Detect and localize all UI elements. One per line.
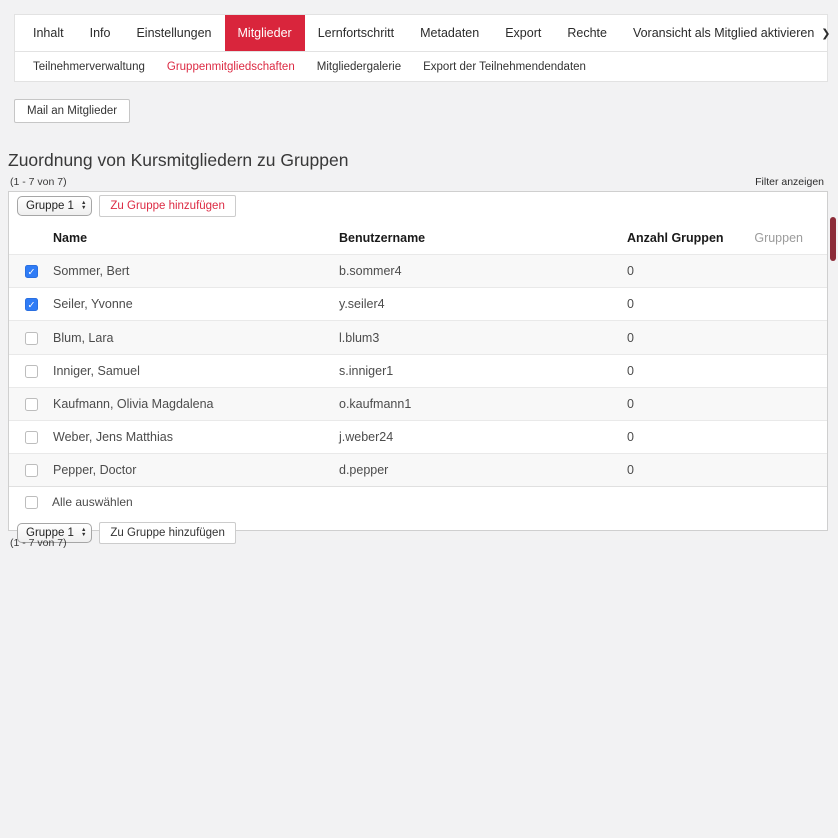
- select-all-label: Alle auswählen: [52, 495, 133, 509]
- member-name: Sommer, Bert: [45, 255, 331, 288]
- member-name: Inniger, Samuel: [45, 354, 331, 387]
- member-username: s.inniger1: [331, 354, 619, 387]
- member-row: Kaufmann, Olivia Magdalenao.kaufmann10: [9, 387, 827, 420]
- column-header-groups: Gruppen: [745, 221, 827, 255]
- tab-info[interactable]: Info: [77, 15, 124, 51]
- tab-voransicht-als-mitglied-aktivieren[interactable]: Voransicht als Mitglied aktivieren❯: [620, 15, 838, 51]
- column-header-username[interactable]: Benutzername: [331, 221, 619, 255]
- member-name: Kaufmann, Olivia Magdalena: [45, 387, 331, 420]
- member-group-count: 0: [619, 321, 745, 354]
- member-row: Pepper, Doctord.pepper0: [9, 454, 827, 487]
- member-username: d.pepper: [331, 454, 619, 487]
- member-name: Blum, Lara: [45, 321, 331, 354]
- member-groups: [745, 255, 827, 288]
- member-group-count: 0: [619, 354, 745, 387]
- secondary-tabbar: TeilnehmerverwaltungGruppenmitgliedschaf…: [14, 52, 828, 82]
- group-select[interactable]: Gruppe 1 ▲▼: [17, 196, 92, 216]
- member-name: Pepper, Doctor: [45, 454, 331, 487]
- member-username: y.seiler4: [331, 288, 619, 321]
- row-checkbox[interactable]: [25, 365, 38, 378]
- member-name: Seiler, Yvonne: [45, 288, 331, 321]
- tab-lernfortschritt[interactable]: Lernfortschritt: [305, 15, 407, 51]
- members-table: Name Benutzername Anzahl Gruppen Gruppen…: [9, 221, 827, 486]
- row-checkbox[interactable]: [25, 431, 38, 444]
- member-groups: [745, 354, 827, 387]
- result-range-top: (1 - 7 von 7): [10, 176, 67, 188]
- chevron-right-icon: ❯: [821, 27, 830, 40]
- member-groups: [745, 454, 827, 487]
- row-checkbox[interactable]: [25, 398, 38, 411]
- member-group-count: 0: [619, 288, 745, 321]
- subtab-gruppenmitgliedschaften[interactable]: Gruppenmitgliedschaften: [156, 61, 306, 73]
- result-range-bottom: (1 - 7 von 7): [10, 537, 67, 549]
- tab-metadaten[interactable]: Metadaten: [407, 15, 492, 51]
- member-username: o.kaufmann1: [331, 387, 619, 420]
- subtab-export-der-teilnehmendendaten[interactable]: Export der Teilnehmendendaten: [412, 61, 597, 73]
- member-row: ✓ Sommer, Bertb.sommer40: [9, 255, 827, 288]
- select-stepper-icon: ▲▼: [81, 201, 86, 211]
- member-name: Weber, Jens Matthias: [45, 421, 331, 454]
- show-filter-link[interactable]: Filter anzeigen: [755, 176, 824, 188]
- row-checkbox[interactable]: [25, 332, 38, 345]
- page-title: Zuordnung von Kursmitgliedern zu Gruppen: [8, 150, 348, 171]
- header-checkbox-spacer: [9, 221, 45, 255]
- tab-mitglieder[interactable]: Mitglieder: [225, 15, 305, 51]
- member-group-count: 0: [619, 387, 745, 420]
- add-to-group-button-bottom[interactable]: Zu Gruppe hinzufügen: [99, 522, 235, 544]
- member-username: j.weber24: [331, 421, 619, 454]
- member-groups: [745, 387, 827, 420]
- mail-to-members-button[interactable]: Mail an Mitglieder: [14, 99, 130, 123]
- group-select-value: Gruppe 1: [26, 200, 74, 212]
- add-to-group-button-top[interactable]: Zu Gruppe hinzufügen: [99, 195, 235, 217]
- top-controls: Gruppe 1 ▲▼ Zu Gruppe hinzufügen: [9, 192, 827, 221]
- scrollbar-thumb[interactable]: [830, 217, 836, 261]
- member-row: Inniger, Samuels.inniger10: [9, 354, 827, 387]
- tab-export[interactable]: Export: [492, 15, 554, 51]
- row-checkbox[interactable]: [25, 464, 38, 477]
- member-row: ✓ Seiler, Yvonney.seiler40: [9, 288, 827, 321]
- member-username: b.sommer4: [331, 255, 619, 288]
- member-groups: [745, 421, 827, 454]
- bottom-controls: Gruppe 1 ▲▼ Zu Gruppe hinzufügen: [9, 517, 827, 544]
- member-table-body: ✓Sommer, Bertb.sommer40✓Seiler, Yvonney.…: [9, 255, 827, 487]
- member-username: l.blum3: [331, 321, 619, 354]
- select-all-row: Alle auswählen: [9, 486, 827, 517]
- row-checkbox[interactable]: ✓: [25, 265, 38, 278]
- select-all-checkbox[interactable]: [25, 496, 38, 509]
- subtab-teilnehmerverwaltung[interactable]: Teilnehmerverwaltung: [15, 61, 156, 73]
- member-groups: [745, 288, 827, 321]
- tab-einstellungen[interactable]: Einstellungen: [123, 15, 224, 51]
- primary-tabbar: InhaltInfoEinstellungenMitgliederLernfor…: [14, 14, 828, 52]
- tab-inhalt[interactable]: Inhalt: [15, 15, 77, 51]
- member-group-count: 0: [619, 255, 745, 288]
- subtab-mitgliedergalerie[interactable]: Mitgliedergalerie: [306, 61, 412, 73]
- column-header-group-count[interactable]: Anzahl Gruppen: [619, 221, 745, 255]
- member-row: Weber, Jens Matthiasj.weber240: [9, 421, 827, 454]
- tab-rechte[interactable]: Rechte: [554, 15, 620, 51]
- table-header-row: Name Benutzername Anzahl Gruppen Gruppen: [9, 221, 827, 255]
- group-assignment-panel: Gruppe 1 ▲▼ Zu Gruppe hinzufügen Name Be…: [8, 191, 828, 531]
- member-group-count: 0: [619, 421, 745, 454]
- member-group-count: 0: [619, 454, 745, 487]
- member-groups: [745, 321, 827, 354]
- select-stepper-icon: ▲▼: [81, 528, 86, 538]
- column-header-name[interactable]: Name: [45, 221, 331, 255]
- member-row: Blum, Laral.blum30: [9, 321, 827, 354]
- row-checkbox[interactable]: ✓: [25, 298, 38, 311]
